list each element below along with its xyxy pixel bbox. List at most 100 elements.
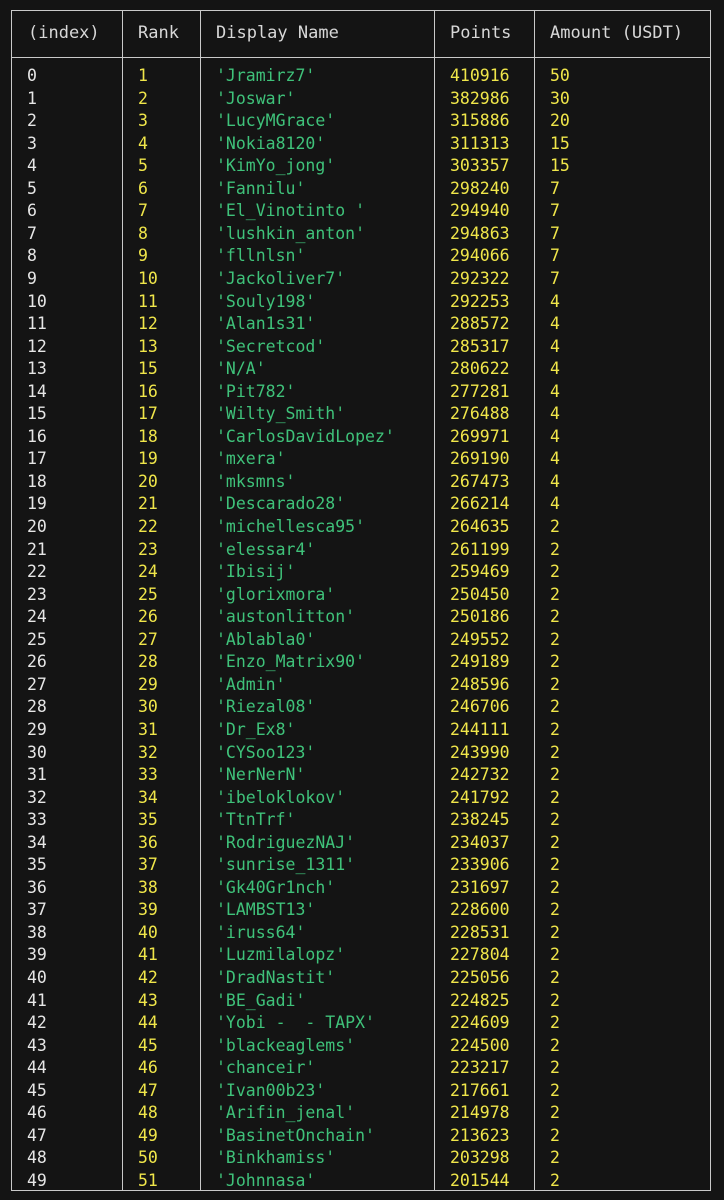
cell-points: 228600 xyxy=(450,900,510,920)
cell-index: 36 xyxy=(27,877,47,897)
cell-points: 201544 xyxy=(450,1170,510,1190)
cell-points: 303357 xyxy=(450,156,510,176)
cell-display-name: 'Luzmilalopz' xyxy=(216,945,346,965)
cell-rank: 19 xyxy=(138,449,158,469)
cell-amount: 2 xyxy=(550,697,560,717)
cell-amount: 4 xyxy=(550,336,560,356)
cell-display-name: 'chanceir' xyxy=(216,1058,316,1078)
cell-index: 28 xyxy=(27,697,47,717)
cell-index: 26 xyxy=(27,652,47,672)
cell-amount: 2 xyxy=(550,765,560,785)
table-row: 28 30 'Riezal08' 246706 2 xyxy=(0,696,724,719)
table-row: 9 10 'Jackoliver7' 292322 7 xyxy=(0,268,724,291)
cell-index: 10 xyxy=(27,291,47,311)
cell-display-name: 'BE_Gadi' xyxy=(216,990,306,1010)
cell-rank: 49 xyxy=(138,1125,158,1145)
cell-rank: 34 xyxy=(138,787,158,807)
cell-amount: 2 xyxy=(550,855,560,875)
cell-amount: 2 xyxy=(550,832,560,852)
cell-index: 6 xyxy=(27,201,37,221)
table-row: 42 44 'Yobi - - TAPX' 224609 2 xyxy=(0,1012,724,1035)
cell-points: 244111 xyxy=(450,719,510,739)
table-row: 36 38 'Gk40Gr1nch' 231697 2 xyxy=(0,877,724,900)
table-row: 7 8 'lushkin_anton' 294863 7 xyxy=(0,223,724,246)
cell-rank: 50 xyxy=(138,1148,158,1168)
cell-points: 298240 xyxy=(450,178,510,198)
cell-amount: 2 xyxy=(550,1035,560,1055)
cell-amount: 2 xyxy=(550,652,560,672)
cell-display-name: 'sunrise_1311' xyxy=(216,855,356,875)
table-row: 19 21 'Descarado28' 266214 4 xyxy=(0,493,724,516)
cell-amount: 4 xyxy=(550,494,560,514)
table-row: 33 35 'TtnTrf' 238245 2 xyxy=(0,809,724,832)
table-row: 3 4 'Nokia8120' 311313 15 xyxy=(0,133,724,156)
cell-points: 292322 xyxy=(450,268,510,288)
cell-rank: 46 xyxy=(138,1058,158,1078)
cell-index: 45 xyxy=(27,1080,47,1100)
cell-index: 0 xyxy=(27,66,37,85)
cell-amount: 2 xyxy=(550,674,560,694)
cell-display-name: 'Nokia8120' xyxy=(216,133,326,153)
cell-display-name: 'Jackoliver7' xyxy=(216,268,346,288)
table-row: 20 22 'michellesca95' 264635 2 xyxy=(0,516,724,539)
table-row: 15 17 'Wilty_Smith' 276488 4 xyxy=(0,403,724,426)
cell-points: 264635 xyxy=(450,517,510,536)
cell-amount: 4 xyxy=(550,359,560,379)
cell-points: 243990 xyxy=(450,742,510,762)
cell-amount: 4 xyxy=(550,291,560,311)
cell-rank: 32 xyxy=(138,742,158,762)
cell-rank: 48 xyxy=(138,1103,158,1123)
cell-index: 23 xyxy=(27,584,47,604)
table-row: 13 15 'N/A' 280622 4 xyxy=(0,358,724,381)
cell-amount: 2 xyxy=(550,968,560,987)
table-row: 11 12 'Alan1s31' 288572 4 xyxy=(0,313,724,336)
cell-index: 47 xyxy=(27,1125,47,1145)
cell-points: 228531 xyxy=(450,922,510,942)
cell-amount: 7 xyxy=(550,201,560,221)
cell-display-name: 'Ablabla0' xyxy=(216,629,316,649)
cell-rank: 28 xyxy=(138,652,158,672)
table-row: 14 16 'Pit782' 277281 4 xyxy=(0,381,724,404)
cell-rank: 16 xyxy=(138,381,158,401)
cell-index: 42 xyxy=(27,1013,47,1033)
cell-display-name: 'austonlitton' xyxy=(216,607,356,627)
table-row: 6 7 'El_Vinotinto ' 294940 7 xyxy=(0,200,724,223)
cell-display-name: 'N/A' xyxy=(216,359,266,379)
cell-display-name: 'Secretcod' xyxy=(216,336,326,356)
table-row: 22 24 'Ibisij' 259469 2 xyxy=(0,561,724,584)
cell-points: 269190 xyxy=(450,449,510,469)
table-row: 18 20 'mksmns' 267473 4 xyxy=(0,471,724,494)
cell-display-name: 'Wilty_Smith' xyxy=(216,404,346,424)
cell-display-name: 'Pit782' xyxy=(216,381,296,401)
cell-amount: 2 xyxy=(550,877,560,897)
table-row: 2 3 'LucyMGrace' 315886 20 xyxy=(0,110,724,133)
cell-points: 203298 xyxy=(450,1148,510,1168)
cell-display-name: 'LAMBST13' xyxy=(216,900,316,920)
cell-points: 261199 xyxy=(450,539,510,559)
cell-display-name: 'CarlosDavidLopez' xyxy=(216,426,395,446)
cell-rank: 25 xyxy=(138,584,158,604)
cell-index: 40 xyxy=(27,968,47,987)
cell-amount: 2 xyxy=(550,1103,560,1123)
cell-display-name: 'elessar4' xyxy=(216,539,316,559)
table-row: 29 31 'Dr_Ex8' 244111 2 xyxy=(0,719,724,742)
cell-amount: 7 xyxy=(550,268,560,288)
cell-rank: 24 xyxy=(138,562,158,582)
cell-points: 213623 xyxy=(450,1125,510,1145)
cell-points: 242732 xyxy=(450,765,510,785)
cell-display-name: 'CYSoo123' xyxy=(216,742,316,762)
cell-rank: 47 xyxy=(138,1080,158,1100)
cell-rank: 7 xyxy=(138,201,148,221)
cell-rank: 37 xyxy=(138,855,158,875)
cell-index: 44 xyxy=(27,1058,47,1078)
cell-index: 33 xyxy=(27,810,47,830)
cell-index: 5 xyxy=(27,178,37,198)
cell-points: 311313 xyxy=(450,133,510,153)
cell-display-name: 'Joswar' xyxy=(216,88,296,108)
cell-amount: 2 xyxy=(550,539,560,559)
header-display-name: Display Name xyxy=(216,23,339,43)
cell-index: 14 xyxy=(27,381,47,401)
table-row: 25 27 'Ablabla0' 249552 2 xyxy=(0,629,724,652)
cell-display-name: 'Jramirz7' xyxy=(216,66,316,85)
table-row: 31 33 'NerNerN' 242732 2 xyxy=(0,764,724,787)
